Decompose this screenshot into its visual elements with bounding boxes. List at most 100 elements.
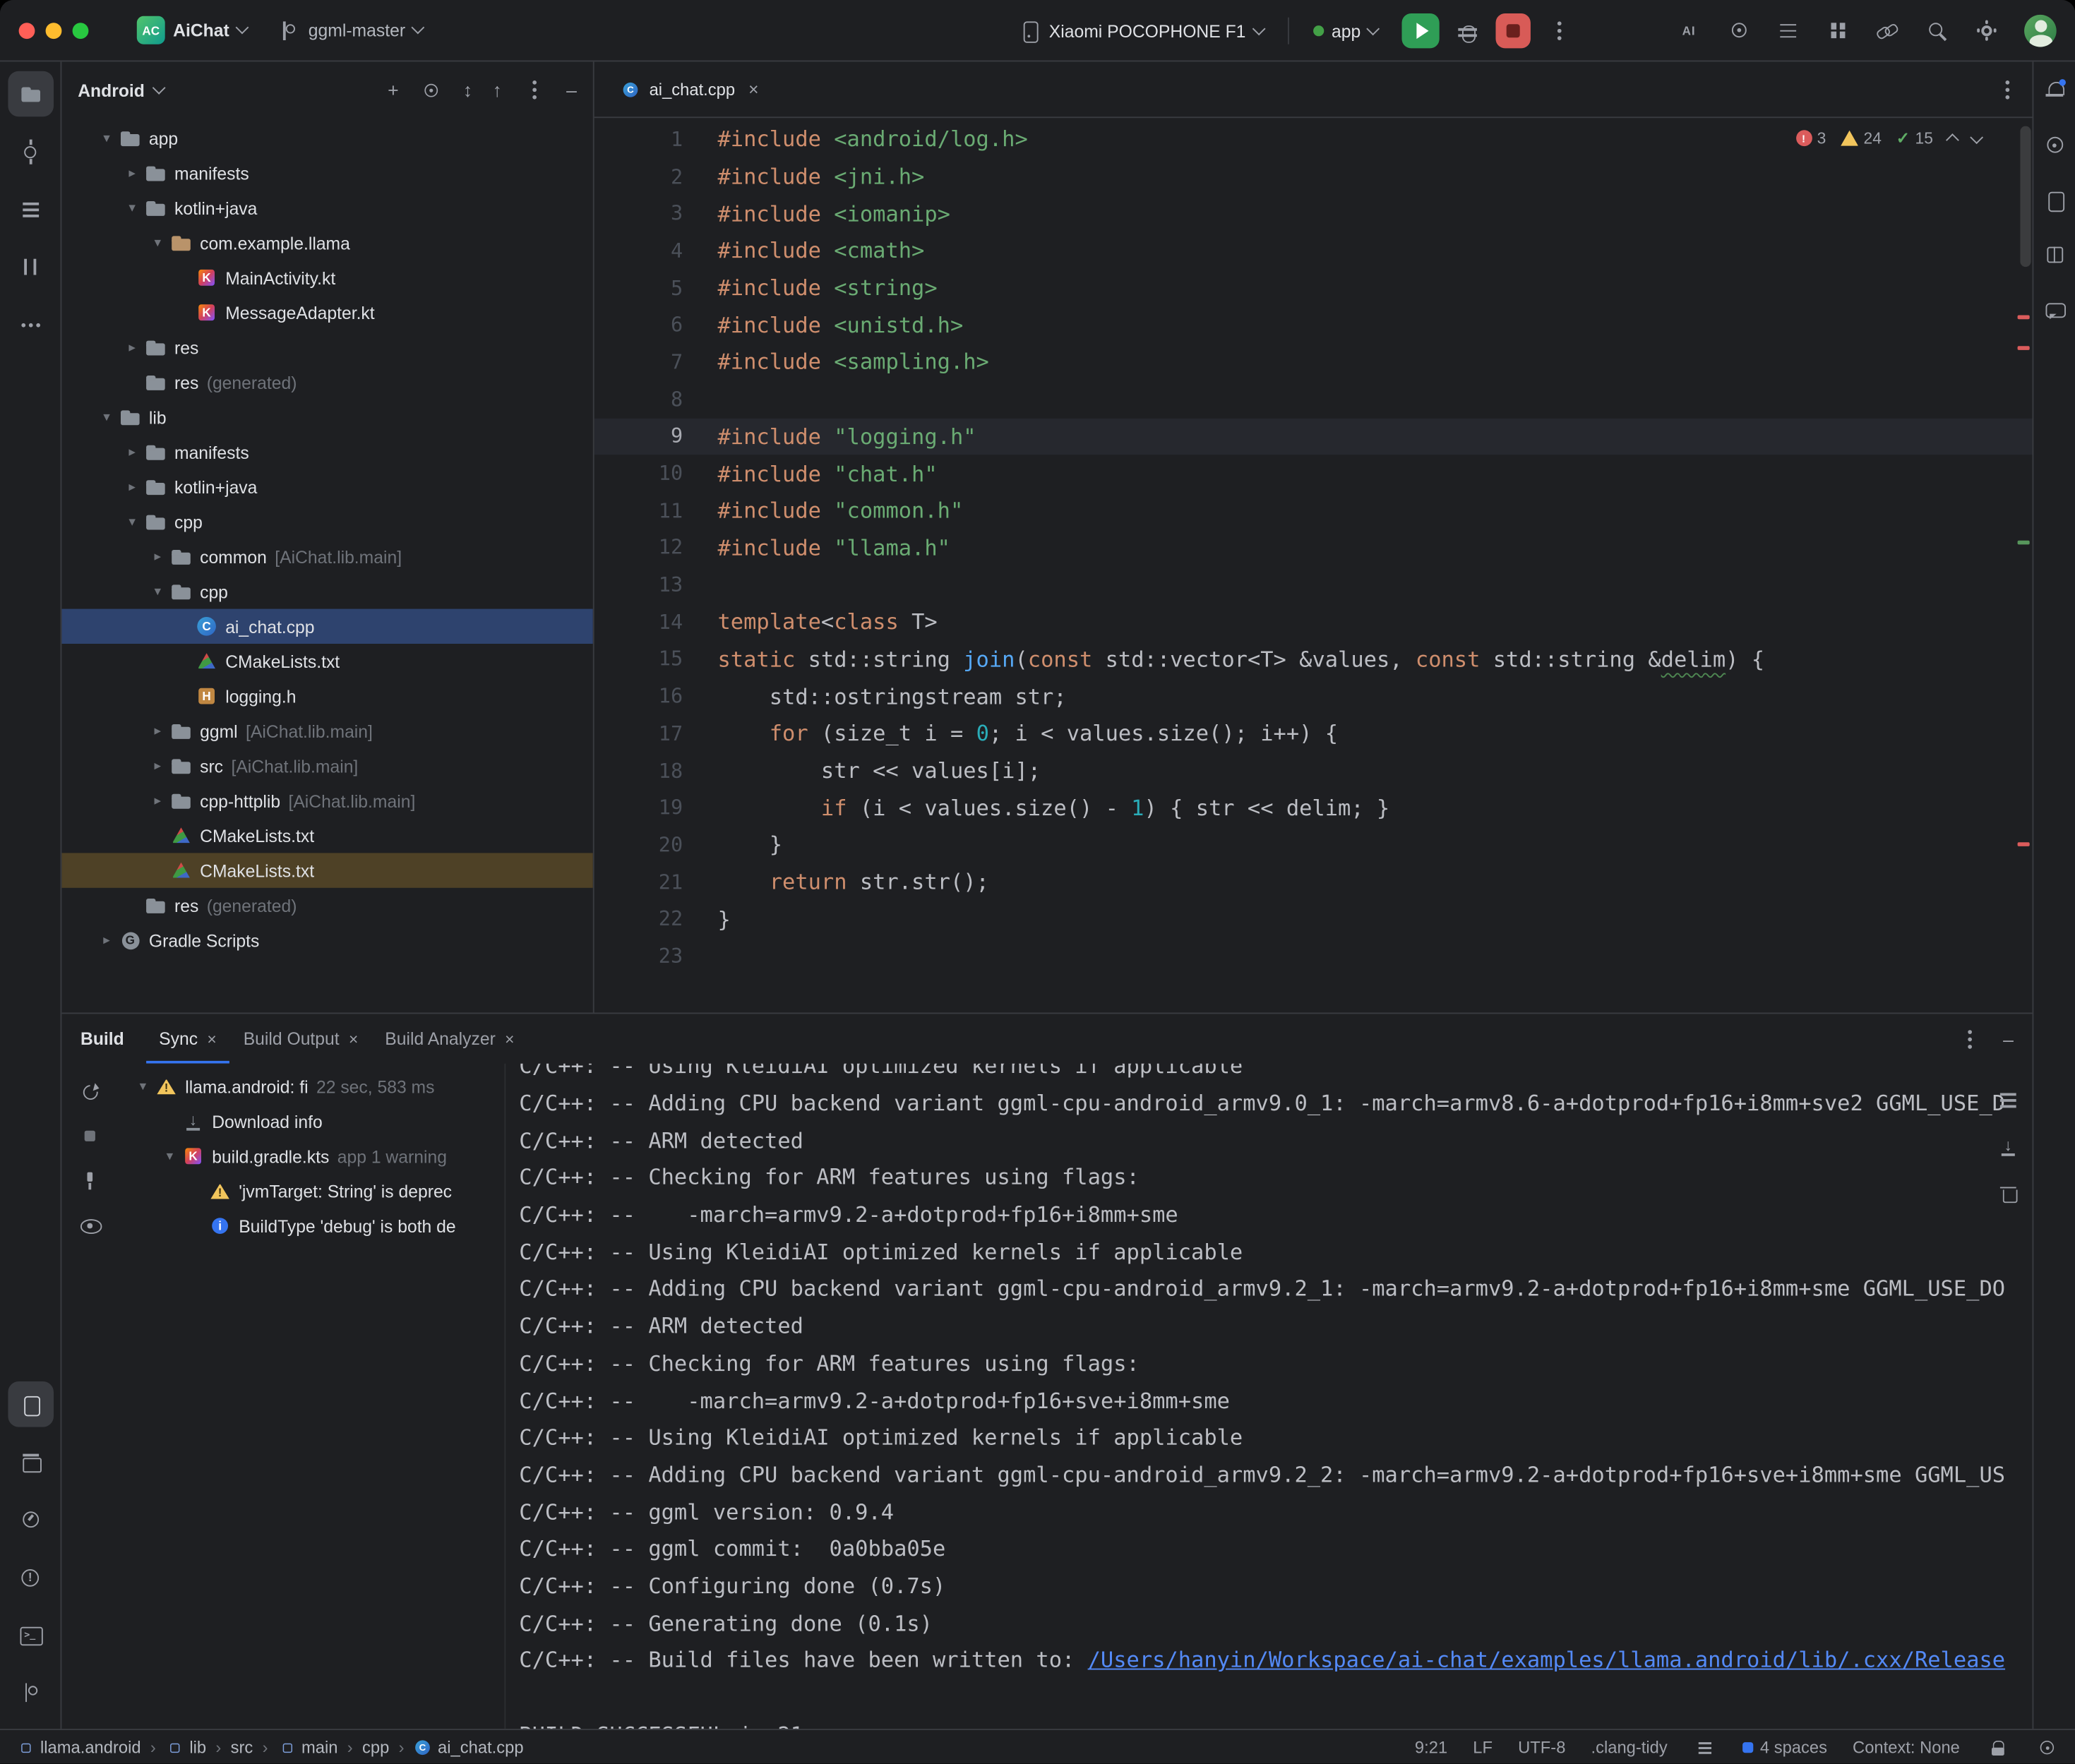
close-window-button[interactable] (19, 22, 35, 38)
close-tab-icon[interactable]: × (505, 1029, 514, 1048)
tree-item-cpp-httplib[interactable]: ▸cpp-httplib[AiChat.lib.main] (61, 784, 592, 818)
code-line[interactable]: 9#include "logging.h" (594, 418, 2033, 455)
tree-item-lib[interactable]: ▾lib (61, 400, 592, 434)
next-issue-icon[interactable] (1970, 130, 1983, 143)
commit-tool-button[interactable] (7, 128, 53, 174)
chevron-down-icon[interactable]: ▾ (131, 1079, 154, 1094)
close-tab-icon[interactable]: × (349, 1029, 358, 1048)
panel-options-icon[interactable] (522, 78, 546, 102)
line-number[interactable]: 11 (594, 498, 683, 522)
chevron-down-icon[interactable]: ▾ (95, 409, 118, 424)
tree-item-mainactivity-kt[interactable]: MainActivity.kt (61, 260, 592, 295)
tree-item-app[interactable]: ▾app (61, 121, 592, 155)
locate-file-icon[interactable] (420, 79, 442, 101)
error-stripe-mark[interactable] (2018, 316, 2030, 320)
encoding-widget[interactable]: UTF-8 (1518, 1737, 1565, 1756)
breadcrumb-lib[interactable]: lib (165, 1737, 206, 1756)
debug-button[interactable] (1456, 19, 1480, 43)
run-configuration-selector[interactable]: app (1305, 16, 1386, 47)
build-tool-button[interactable] (7, 1381, 53, 1427)
tree-item-common[interactable]: ▸common[AiChat.lib.main] (61, 539, 592, 574)
version-control-tool-button[interactable] (7, 1670, 53, 1716)
editor-tab-ai-chat-cpp[interactable]: ai_chat.cpp × (608, 61, 772, 117)
tree-item-kotlin-java[interactable]: ▾kotlin+java (61, 191, 592, 225)
tree-item-logging-h[interactable]: logging.h (61, 678, 592, 713)
gradle-icon[interactable] (2043, 133, 2067, 157)
chevron-right-icon[interactable]: ▸ (146, 724, 169, 738)
run-button[interactable] (1402, 13, 1440, 48)
scroll-to-end-icon[interactable] (1996, 1134, 2020, 1158)
indent-widget[interactable]: 4 spaces (1742, 1737, 1827, 1756)
device-manager-icon[interactable] (2043, 188, 2067, 212)
device-selector[interactable]: Xiaomi POCOPHONE F1 (1009, 13, 1272, 48)
code-line[interactable]: 8 (594, 380, 2033, 418)
tree-item-res[interactable]: res(generated) (61, 365, 592, 400)
code-line[interactable]: 3#include <iomanip> (594, 195, 2033, 232)
code-line[interactable]: 21 return str.str(); (594, 863, 2033, 901)
breadcrumb-ai-chat-cpp[interactable]: ai_chat.cpp (414, 1737, 524, 1756)
change-stripe-mark[interactable] (2018, 541, 2030, 545)
breadcrumb-main[interactable]: main (277, 1737, 338, 1756)
line-number[interactable]: 2 (594, 164, 683, 188)
minimize-window-button[interactable] (46, 22, 62, 38)
code-line[interactable]: 7#include <sampling.h> (594, 344, 2033, 381)
tree-item-cmakelists-txt[interactable]: CMakeLists.txt (61, 818, 592, 853)
vcs-branch-widget[interactable]: ggml-master (268, 13, 431, 47)
code-line[interactable]: 2#include <jni.h> (594, 158, 2033, 196)
assistant-icon[interactable] (2043, 298, 2067, 322)
error-stripe-mark[interactable] (2018, 346, 2030, 350)
code-line[interactable]: 23 (594, 937, 2033, 975)
notifications-icon[interactable] (2043, 78, 2067, 102)
editor-options-icon[interactable] (1995, 77, 2019, 101)
tree-item-src[interactable]: ▸src[AiChat.lib.main] (61, 748, 592, 783)
line-number[interactable]: 13 (594, 572, 683, 596)
format-icon[interactable] (1695, 1737, 1714, 1756)
stop-button[interactable] (1496, 13, 1531, 48)
breadcrumb-cpp[interactable]: cpp (362, 1737, 389, 1756)
code-line[interactable]: 18 str << values[i]; (594, 752, 2033, 789)
tree-item-jvmtarget-string-is-deprec[interactable]: 'jvmTarget: String' is deprec (118, 1174, 504, 1208)
line-number[interactable]: 19 (594, 796, 683, 820)
chevron-right-icon[interactable]: ▸ (146, 758, 169, 773)
close-tab-icon[interactable]: × (207, 1029, 216, 1048)
tree-item-gradle-scripts[interactable]: ▸Gradle Scripts (61, 923, 592, 957)
code-line[interactable]: 5#include <string> (594, 269, 2033, 306)
profiler-tool-button[interactable] (7, 1496, 53, 1542)
breadcrumb-llama-android[interactable]: llama.android (16, 1737, 141, 1756)
project-view-title[interactable]: Android (78, 80, 145, 100)
code-line[interactable]: 20 } (594, 827, 2033, 864)
chevron-right-icon[interactable]: ▸ (95, 932, 118, 947)
code-line[interactable]: 12#include "llama.h" (594, 529, 2033, 567)
tree-item-cpp[interactable]: ▾cpp (61, 574, 592, 608)
more-tool-windows-button[interactable] (7, 302, 53, 348)
expand-all-icon[interactable]: ↕ (463, 80, 472, 100)
tree-item-build-gradle-kts[interactable]: ▾build.gradle.ktsapp 1 warning (118, 1139, 504, 1173)
build-tab-build-output[interactable]: Build Output× (230, 1014, 372, 1063)
hide-panel-icon[interactable]: – (566, 80, 577, 100)
tree-item-manifests[interactable]: ▸manifests (61, 155, 592, 190)
lock-icon[interactable] (1987, 1736, 2008, 1757)
build-panel-title[interactable]: Build (80, 1028, 124, 1049)
caret-position[interactable]: 9:21 (1415, 1737, 1447, 1756)
previous-issue-icon[interactable] (1946, 133, 1959, 147)
tree-item-res[interactable]: res(generated) (61, 888, 592, 923)
zoom-window-button[interactable] (73, 22, 89, 38)
tree-item-messageadapter-kt[interactable]: MessageAdapter.kt (61, 295, 592, 330)
pin-icon[interactable] (78, 1168, 102, 1192)
code-line[interactable]: 16 std::ostringstream str; (594, 678, 2033, 715)
chevron-down-icon[interactable]: ▾ (146, 584, 169, 599)
error-stripe-mark[interactable] (2018, 842, 2030, 846)
line-number[interactable]: 6 (594, 313, 683, 337)
more-run-options-icon[interactable] (1547, 19, 1571, 43)
context-widget[interactable]: Context: None (1853, 1737, 1960, 1756)
line-number[interactable]: 7 (594, 350, 683, 374)
code-line[interactable]: 13 (594, 566, 2033, 604)
editor-scrollbar[interactable] (2020, 126, 2031, 268)
app-inspection-tool-button[interactable] (7, 1439, 53, 1485)
line-number[interactable]: 20 (594, 833, 683, 857)
code-line[interactable]: 22} (594, 901, 2033, 938)
breadcrumb-src[interactable]: src (231, 1737, 253, 1756)
tree-item-ai-chat-cpp[interactable]: ai_chat.cpp (61, 609, 592, 644)
todo-list-icon[interactable] (1776, 18, 1800, 42)
chevron-right-icon[interactable]: ▸ (146, 793, 169, 808)
